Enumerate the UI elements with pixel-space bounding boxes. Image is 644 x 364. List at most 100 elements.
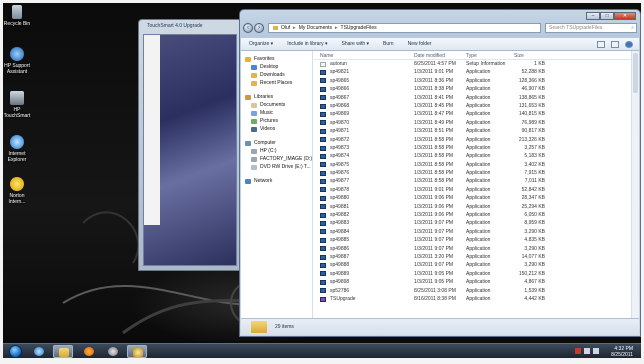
application-icon — [320, 279, 326, 285]
nav-item-downloads[interactable]: Downloads — [241, 71, 312, 79]
nav-item-drive-c[interactable]: HP (C:) — [241, 147, 312, 155]
taskbar-touchsmart-upgrade[interactable] — [127, 345, 147, 358]
breadcrumb-item[interactable]: TSUpgradeFiles — [341, 25, 377, 31]
command-bar: Organize ▾ Include in library ▾ Share wi… — [241, 38, 639, 51]
preview-pane-icon[interactable] — [611, 40, 619, 48]
file-row[interactable]: sp49865 1/3/2011 8:36 PM Application 128,36… — [314, 77, 631, 85]
clock[interactable]: 4:32 PM 8/25/2011 — [611, 346, 633, 358]
nav-item-drive-e[interactable]: DVD RW Drive (E:) T... — [241, 163, 312, 171]
desktop-icon-hp-touchsmart[interactable]: HP TouchSmart — [3, 91, 31, 119]
action-center-icon[interactable] — [575, 348, 581, 354]
file-date: 1/3/2011 8:38 PM — [414, 86, 454, 93]
file-row[interactable]: sp49875 1/3/2011 8:58 PM Application 3,402 … — [314, 161, 631, 169]
nav-network[interactable]: Network — [241, 177, 312, 185]
address-bar[interactable]: Oluf ▸ My Documents ▸ TSUpgradeFiles — [268, 23, 541, 33]
nav-item-drive-d[interactable]: FACTORY_IMAGE (D:) — [241, 155, 312, 163]
file-row[interactable]: sp49880 1/3/2011 9:06 PM Application 28,347… — [314, 194, 631, 202]
file-row[interactable]: autorun 8/25/2011 4:57 PM Setup Informatio… — [314, 60, 631, 68]
include-in-library-button[interactable]: Include in library ▾ — [287, 41, 327, 47]
nav-label: Music — [260, 110, 274, 116]
column-header-date[interactable]: Date modified — [414, 53, 445, 59]
file-type: Application — [466, 69, 491, 76]
file-size: 8,959 KB — [524, 220, 545, 227]
volume-icon[interactable] — [593, 348, 599, 354]
nav-label: Pictures — [260, 118, 279, 124]
explorer-window[interactable]: – □ ✕ ‹ › Oluf ▸ My Documents ▸ TSUpgrad… — [239, 9, 641, 337]
touchsmart-upgrade-window[interactable]: TouchSmart 4.0 Upgrade — [138, 19, 242, 271]
taskbar-hp[interactable] — [103, 345, 123, 358]
desktop-icon-norton[interactable]: Norton Intern... — [3, 177, 31, 205]
vertical-scrollbar[interactable] — [631, 51, 639, 318]
scrollbar-thumb[interactable] — [633, 53, 638, 93]
file-row[interactable]: sp49871 1/3/2011 8:51 PM Application 90,817… — [314, 127, 631, 135]
taskbar-media-player[interactable] — [79, 345, 99, 358]
taskbar-ie[interactable] — [29, 345, 49, 358]
nav-item-recent-places[interactable]: Recent Places — [241, 79, 312, 87]
view-options-icon[interactable] — [597, 40, 605, 48]
maximize-button[interactable]: □ — [600, 12, 614, 20]
file-row[interactable]: sp49872 1/3/2011 8:58 PM Application 213,32… — [314, 136, 631, 144]
burn-button[interactable]: Burn — [383, 41, 394, 47]
file-name: sp49884 — [330, 228, 350, 235]
close-button[interactable]: ✕ — [614, 12, 636, 20]
file-row[interactable]: sp49881 1/3/2011 9:06 PM Application 25,294… — [314, 203, 631, 211]
nav-item-pictures[interactable]: Pictures — [241, 117, 312, 125]
file-row[interactable]: TSUpgrade 8/16/2011 8:38 PM Application 4,4… — [314, 295, 631, 303]
file-row[interactable]: sp49889 1/3/2011 9:05 PM Application 150,21… — [314, 270, 631, 278]
file-row[interactable]: sp49898 1/3/2011 9:05 PM Application 4,867 … — [314, 278, 631, 286]
file-row[interactable]: sp49885 1/3/2011 9:07 PM Application 4,835 … — [314, 236, 631, 244]
file-type: Application — [466, 128, 491, 135]
file-row[interactable]: sp49888 1/3/2011 9:07 PM Application 3,290 … — [314, 261, 631, 269]
desktop-icon-recycle-bin[interactable]: Recycle Bin — [3, 5, 31, 27]
forward-button[interactable]: › — [254, 23, 264, 33]
file-row[interactable]: sp49877 1/3/2011 8:58 PM Application 7,011 … — [314, 177, 631, 185]
column-header-size[interactable]: Size — [514, 53, 524, 59]
nav-item-videos[interactable]: Videos — [241, 125, 312, 133]
new-folder-button[interactable]: New folder — [408, 41, 432, 47]
column-header-name[interactable]: Name — [320, 53, 333, 59]
file-row[interactable]: sp49883 1/3/2011 9:07 PM Application 8,959 … — [314, 219, 631, 227]
file-row[interactable]: sp49884 1/3/2011 9:07 PM Application 3,290 … — [314, 228, 631, 236]
help-icon[interactable] — [625, 40, 633, 48]
search-input[interactable]: Search TSUpgradeFiles ⌕ — [545, 23, 637, 33]
file-row[interactable]: sp49882 1/3/2011 9:06 PM Application 6,050 … — [314, 211, 631, 219]
network-icon[interactable] — [584, 348, 590, 354]
file-row[interactable]: sp49874 1/3/2011 8:58 PM Application 5,183 … — [314, 152, 631, 160]
breadcrumb-item[interactable]: My Documents — [299, 25, 332, 31]
desktop-icon-internet-explorer[interactable]: Internet Explorer — [3, 135, 31, 163]
file-row[interactable]: sp49866 1/3/2011 8:38 PM Application 46,907… — [314, 85, 631, 93]
desktop-icon-hp-support[interactable]: HP Support Assistant — [3, 47, 31, 75]
file-row[interactable]: sp49873 1/3/2011 8:58 PM Application 3,257 … — [314, 144, 631, 152]
file-name: sp49886 — [330, 245, 350, 252]
file-date: 1/3/2011 8:58 PM — [414, 144, 454, 151]
file-name: sp49885 — [330, 237, 350, 244]
file-row[interactable]: sp49886 1/3/2011 9:07 PM Application 3,290 … — [314, 245, 631, 253]
nav-item-desktop[interactable]: Desktop — [241, 63, 312, 71]
column-header-type[interactable]: Type — [466, 53, 477, 59]
file-row[interactable]: sp49870 1/3/2011 8:49 PM Application 76,989… — [314, 119, 631, 127]
file-row[interactable]: sp49887 1/3/2011 3:20 PM Application 14,077… — [314, 253, 631, 261]
file-size: 52,842 KB — [521, 186, 545, 193]
breadcrumb-item[interactable]: Oluf — [281, 25, 290, 31]
file-row[interactable]: sp49878 1/3/2011 9:01 PM Application 52,842… — [314, 186, 631, 194]
nav-favorites[interactable]: Favorites — [241, 55, 312, 63]
share-with-button[interactable]: Share with ▾ — [342, 41, 370, 47]
taskbar-explorer[interactable] — [53, 345, 73, 358]
file-row[interactable]: sp52786 8/25/2011 3:08 PM Application 1,539… — [314, 287, 631, 295]
file-size: 3,402 KB — [524, 161, 545, 168]
nav-item-documents[interactable]: Documents — [241, 101, 312, 109]
minimize-button[interactable]: – — [586, 12, 600, 20]
nav-computer[interactable]: Computer — [241, 139, 312, 147]
nav-libraries[interactable]: Libraries — [241, 93, 312, 101]
file-row[interactable]: sp49876 1/3/2011 8:58 PM Application 7,915 … — [314, 169, 631, 177]
start-button[interactable] — [9, 345, 22, 358]
file-row[interactable]: sp49821 1/3/2011 9:01 PM Application 52,288… — [314, 68, 631, 76]
file-row[interactable]: sp49869 1/3/2011 8:47 PM Application 140,81… — [314, 110, 631, 118]
nav-item-music[interactable]: Music — [241, 109, 312, 117]
file-row[interactable]: sp49868 1/3/2011 8:45 PM Application 131,65… — [314, 102, 631, 110]
organize-button[interactable]: Organize ▾ — [249, 41, 273, 47]
file-row[interactable]: sp49867 1/3/2011 8:41 PM Application 138,86… — [314, 94, 631, 102]
back-button[interactable]: ‹ — [243, 23, 253, 33]
search-placeholder: Search TSUpgradeFiles — [549, 25, 603, 31]
file-name: sp49868 — [330, 102, 350, 109]
